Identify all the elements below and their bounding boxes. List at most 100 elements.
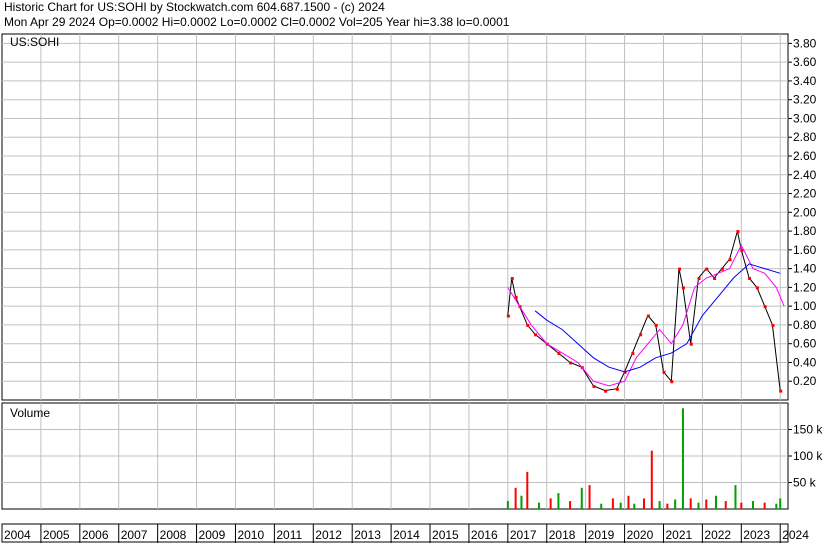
- x-tick-label: 2020: [627, 528, 654, 542]
- volume-bar: [526, 471, 529, 509]
- x-tick-label: 2006: [82, 528, 109, 542]
- price-point: [615, 387, 619, 391]
- price-point: [763, 305, 767, 309]
- volume-bar: [557, 493, 560, 509]
- price-point: [569, 361, 573, 365]
- price-point: [534, 333, 538, 337]
- price-point: [557, 352, 561, 356]
- price-point: [506, 314, 510, 318]
- price-point: [720, 267, 724, 271]
- price-y-tick-label: 0.60: [793, 337, 817, 351]
- x-tick-label: 2007: [121, 528, 148, 542]
- price-y-tick-label: 1.40: [793, 262, 817, 276]
- volume-bar: [650, 450, 653, 509]
- price-point: [748, 277, 752, 280]
- x-tick-label: 2015: [432, 528, 459, 542]
- price-y-tick-label: 3.40: [793, 74, 817, 88]
- price-y-tick-label: 2.80: [793, 130, 817, 144]
- price-point: [736, 230, 740, 234]
- volume-bar: [779, 498, 782, 509]
- price-point: [705, 267, 709, 271]
- price-point: [771, 323, 775, 327]
- price-point: [510, 277, 514, 280]
- volume-bar: [689, 498, 692, 509]
- volume-bar: [569, 501, 572, 509]
- volume-bar: [611, 498, 614, 509]
- volume-bar: [751, 501, 754, 509]
- volume-bar: [520, 495, 523, 509]
- volume-bar: [633, 503, 636, 509]
- volume-bar: [537, 502, 540, 509]
- volume-bar: [580, 487, 583, 509]
- price-y-tick-label: 2.40: [793, 168, 817, 182]
- volume-y-tick-label: 150 k: [793, 423, 823, 437]
- x-tick-label: 2016: [471, 528, 498, 542]
- price-point: [654, 323, 658, 327]
- volume-bar: [734, 485, 737, 509]
- price-y-tick-label: 1.60: [793, 243, 817, 257]
- volume-bar: [724, 501, 727, 509]
- price-y-tick-label: 1.80: [793, 224, 817, 238]
- x-tick-label: 2005: [43, 528, 70, 542]
- volume-bar: [643, 498, 646, 509]
- price-y-tick-label: 1.00: [793, 299, 817, 313]
- volume-bar: [588, 485, 591, 509]
- x-tick-label: 2022: [704, 528, 731, 542]
- price-point: [639, 333, 643, 337]
- x-tick-label: 2017: [510, 528, 537, 542]
- price-point: [697, 277, 701, 280]
- price-y-tick-label: 3.60: [793, 55, 817, 69]
- x-tick-label: 2018: [549, 528, 576, 542]
- price-y-tick-label: 2.60: [793, 149, 817, 163]
- x-tick-label: 2004: [4, 528, 31, 542]
- price-point: [592, 384, 596, 388]
- x-tick-label: 2024: [782, 528, 809, 542]
- x-tick-label: 2011: [276, 528, 302, 542]
- volume-bar: [705, 499, 708, 509]
- price-y-tick-label: 3.80: [793, 36, 817, 50]
- volume-bar: [697, 502, 700, 509]
- price-point: [604, 389, 608, 393]
- stock-chart: 0.20 0.40 0.60 0.80 1.00 1.20 1.40 1.60 1.80 2.00…: [1, 33, 823, 543]
- price-point: [670, 380, 674, 384]
- price-point: [526, 323, 530, 327]
- price-y-tick-label: 1.20: [793, 280, 817, 294]
- price-point: [779, 389, 783, 393]
- price-y-tick-label: 0.40: [793, 355, 817, 369]
- price-y-tick-label: 2.00: [793, 205, 817, 219]
- volume-bar: [666, 503, 669, 509]
- volume-bar: [619, 502, 622, 509]
- price-point: [662, 370, 666, 374]
- volume-y-tick-label: 50 k: [793, 476, 817, 490]
- price-point: [713, 277, 717, 280]
- volume-bar: [674, 499, 677, 509]
- volume-bar: [514, 487, 517, 509]
- price-panel-frame: [1, 33, 789, 401]
- x-tick-label: 2019: [588, 528, 615, 542]
- x-tick-label: 2013: [354, 528, 381, 542]
- price-y-tick-label: 3.00: [793, 111, 817, 125]
- volume-bar: [600, 503, 603, 509]
- x-tick-label: 2009: [199, 528, 226, 542]
- price-point: [631, 352, 635, 356]
- price-y-tick-label: 0.20: [793, 374, 817, 388]
- x-tick-label: 2021: [665, 528, 692, 542]
- x-tick-label: 2014: [393, 528, 420, 542]
- x-tick-label: 2012: [315, 528, 342, 542]
- volume-bar: [681, 408, 684, 509]
- volume-bar: [506, 501, 509, 509]
- price-point: [755, 286, 759, 290]
- volume-bar: [658, 501, 661, 509]
- volume-bar: [763, 502, 766, 509]
- price-point: [678, 267, 682, 271]
- price-panel-label: US:SOHI: [10, 35, 59, 49]
- x-tick-label: 2010: [237, 528, 264, 542]
- price-y-tick-label: 3.20: [793, 93, 817, 107]
- price-y-tick-label: 2.20: [793, 187, 817, 201]
- volume-y-tick-label: 100 k: [793, 449, 823, 463]
- price-point: [681, 286, 685, 290]
- price-point: [646, 314, 650, 318]
- price-y-tick-label: 0.80: [793, 318, 817, 332]
- volume-bar: [627, 495, 630, 509]
- volume-bar: [775, 503, 778, 509]
